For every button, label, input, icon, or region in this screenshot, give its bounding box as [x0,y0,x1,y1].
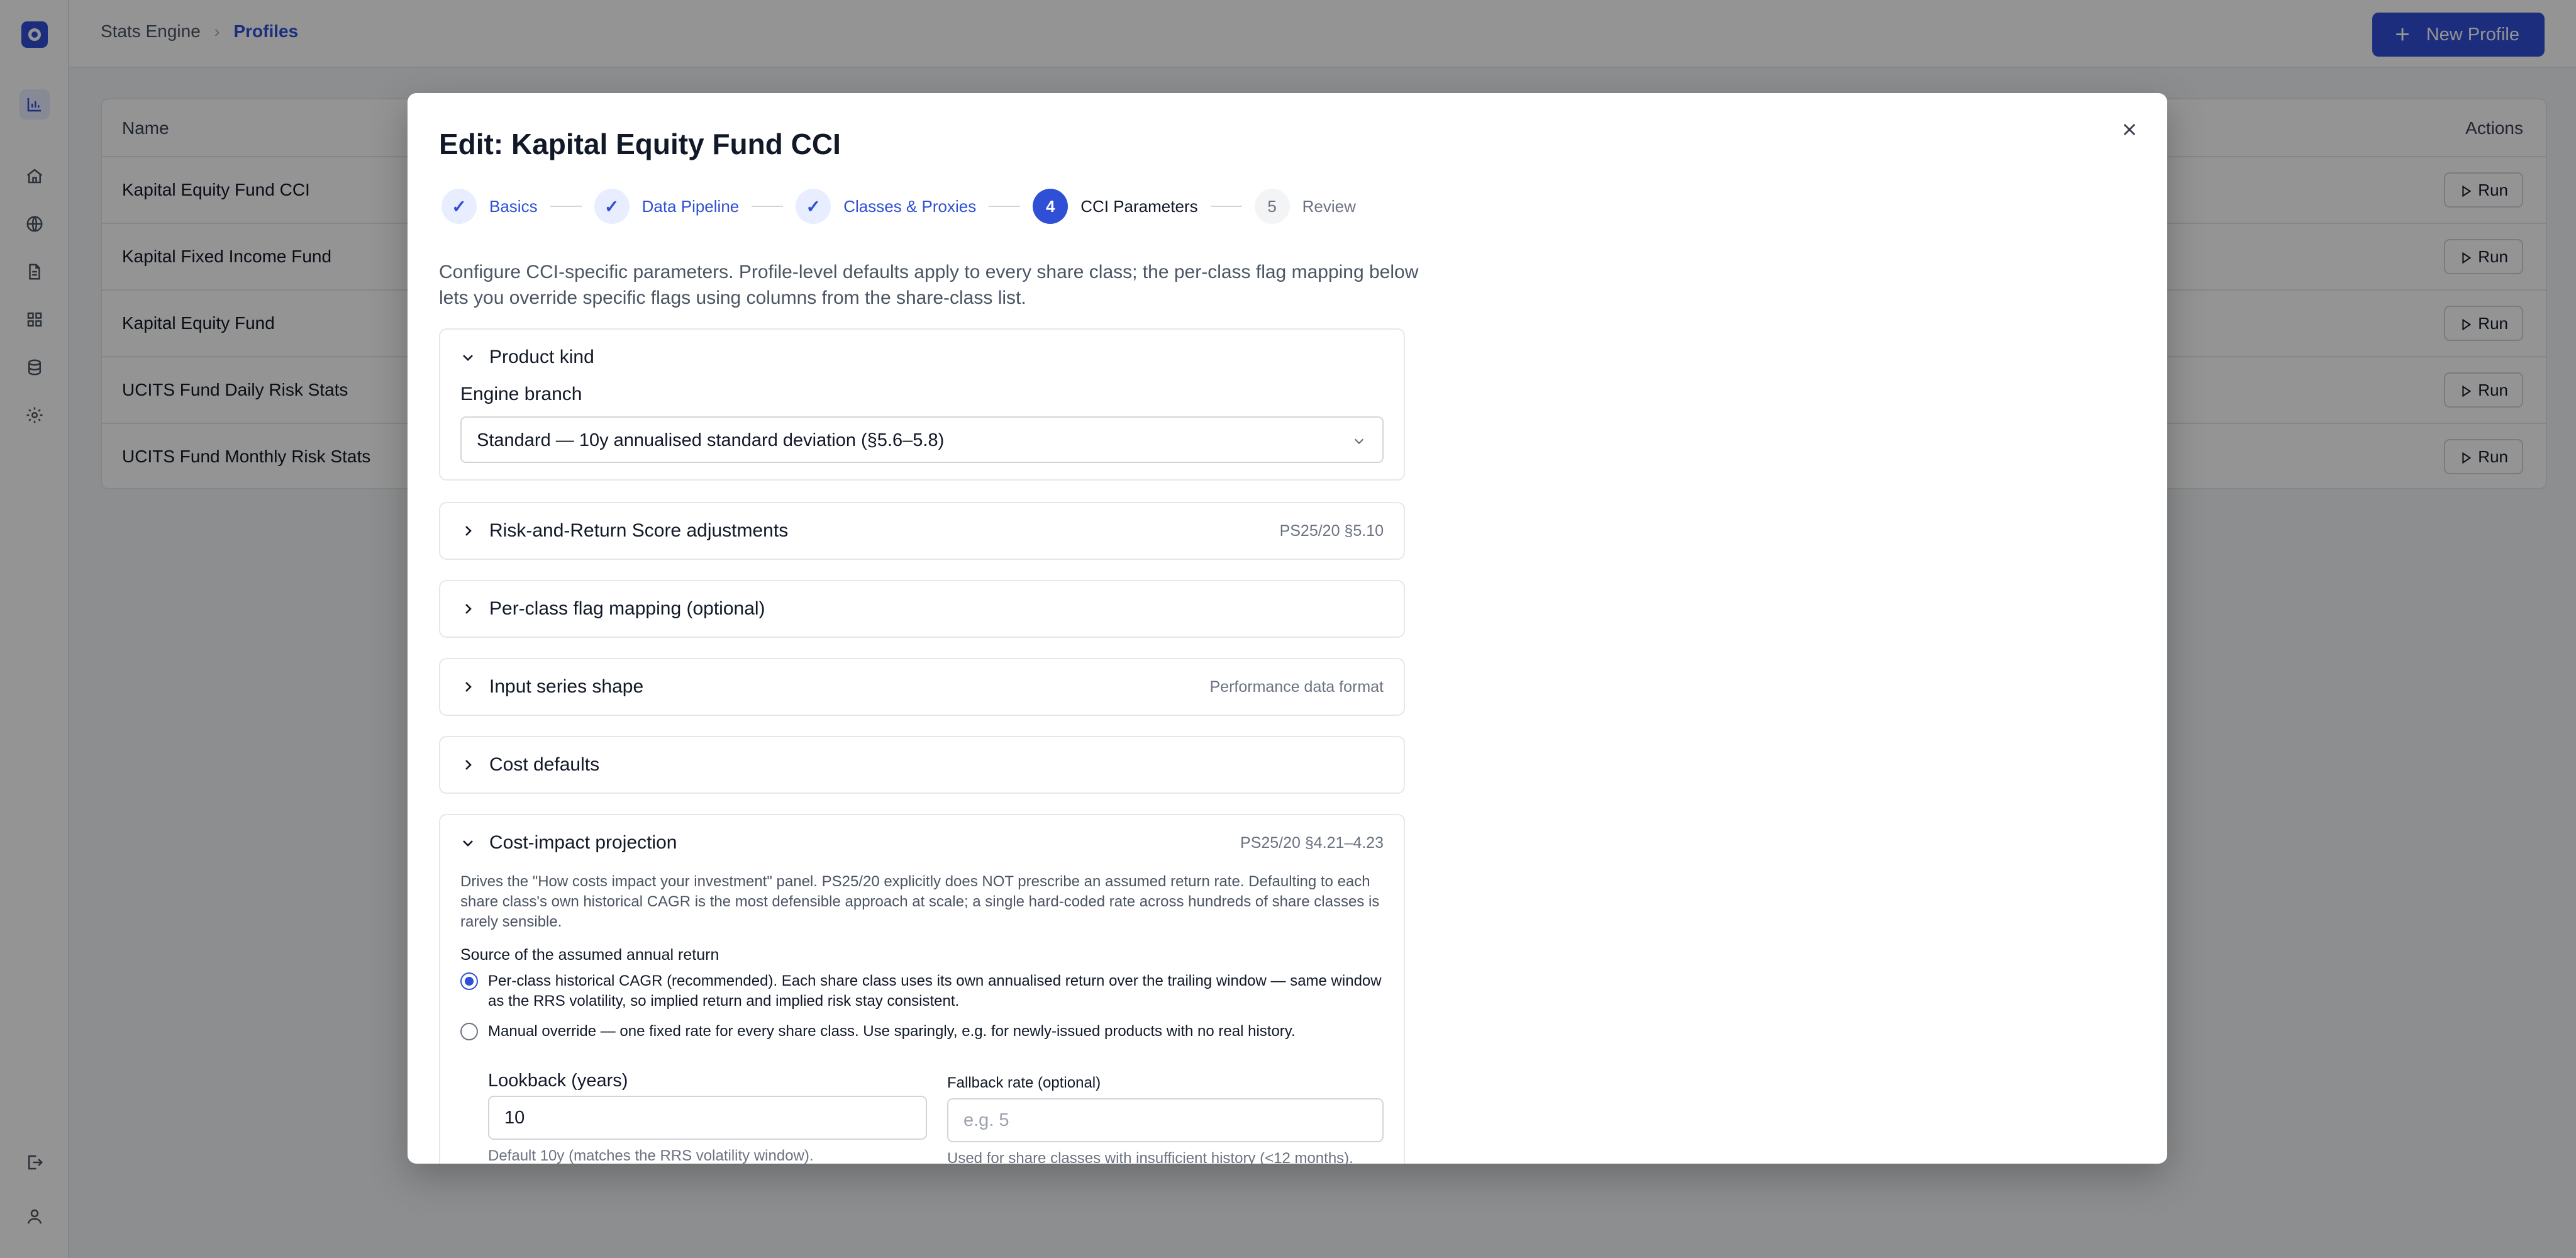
fallback-rate-label: Fallback rate (optional) [947,1074,1101,1091]
step-connector [752,206,784,207]
section-cost-defaults: Cost defaults [439,736,1405,794]
edit-profile-modal: Edit: Kapital Equity Fund CCI ✓ Basics ✓… [408,93,2167,1164]
close-modal-button[interactable] [2116,116,2143,143]
step-connector [550,206,582,207]
section-title: Per-class flag mapping (optional) [489,598,765,619]
radio-historical-cagr[interactable] [460,972,478,990]
lookback-input[interactable] [488,1096,927,1140]
section-product-kind: Product kind Engine branch Standard — 10… [439,328,1405,481]
option-manual-override-text: Manual override — one fixed rate for eve… [488,1023,1296,1040]
section-header[interactable]: Risk-and-Return Score adjustments [460,503,788,559]
step-cci-parameters[interactable]: 4 CCI Parameters [1033,189,1198,224]
cost-impact-description: Drives the "How costs impact your invest… [460,873,1380,930]
lookback-label: Lookback (years) [488,1071,628,1091]
step-label: Review [1302,196,1356,216]
check-icon: ✓ [594,189,630,224]
step-review[interactable]: 5 Review [1254,189,1356,224]
section-header[interactable]: Input series shape [460,659,643,715]
section-flag-mapping: Per-class flag mapping (optional) [439,580,1405,638]
chevron-down-icon [1354,438,1364,445]
section-title: Cost defaults [489,754,600,775]
close-icon [2123,123,2136,136]
section-header[interactable]: Per-class flag mapping (optional) [460,581,765,637]
chevron-right-icon [465,682,472,692]
fallback-rate-hint: Used for share classes with insufficient… [947,1150,1353,1164]
chevron-right-icon [465,526,472,536]
check-icon: ✓ [441,189,477,224]
chevron-right-icon [465,760,472,770]
section-title: Risk-and-Return Score adjustments [489,520,789,541]
section-meta: Performance data format [1209,678,1384,696]
option-manual-override[interactable]: Manual override — one fixed rate for eve… [460,1021,1391,1042]
section-cost-impact: Cost-impact projection PS25/20 §4.21–4.2… [439,814,1405,1164]
step-connector [989,206,1021,207]
return-source-label: Source of the assumed annual return [460,946,719,964]
section-header[interactable]: Cost defaults [460,737,599,793]
step-label: Classes & Proxies [843,196,977,216]
step-number: 5 [1254,189,1290,224]
section-header[interactable]: Cost-impact projection [460,815,677,871]
section-title: Product kind [489,347,594,367]
fallback-rate-input[interactable] [947,1098,1384,1142]
section-meta: PS25/20 §5.10 [1279,522,1384,540]
wizard-stepper: ✓ Basics ✓ Data Pipeline ✓ Classes & Pro… [441,189,1356,224]
lookback-hint: Default 10y (matches the RRS volatility … [488,1147,814,1164]
intro-text: Configure CCI-specific parameters. Profi… [439,262,1419,308]
chevron-right-icon [465,604,472,614]
section-title: Input series shape [489,676,644,697]
section-input-series: Input series shape Performance data form… [439,658,1405,716]
section-header[interactable]: Product kind [460,330,594,385]
step-number: 4 [1033,189,1069,224]
section-title: Cost-impact projection [489,832,677,853]
step-label: Basics [489,196,538,216]
radio-manual-override[interactable] [460,1023,478,1040]
step-basics[interactable]: ✓ Basics [441,189,538,224]
section-risk-return: Risk-and-Return Score adjustments PS25/2… [439,502,1405,560]
option-historical-cagr-text: Per-class historical CAGR (recommended).… [488,972,1382,1010]
chevron-down-icon [463,355,473,361]
chevron-down-icon [463,840,473,847]
engine-branch-label: Engine branch [460,384,582,404]
step-data-pipeline[interactable]: ✓ Data Pipeline [594,189,740,224]
step-label: CCI Parameters [1080,196,1198,216]
modal-title: Edit: Kapital Equity Fund CCI [439,128,841,160]
step-connector [1210,206,1242,207]
section-meta: PS25/20 §4.21–4.23 [1240,834,1384,852]
option-historical-cagr[interactable]: Per-class historical CAGR (recommended).… [460,971,1391,1011]
engine-branch-select[interactable]: Standard — 10y annualised standard devia… [460,416,1384,463]
engine-branch-value: Standard — 10y annualised standard devia… [477,430,945,450]
step-label: Data Pipeline [641,196,740,216]
step-classes-proxies[interactable]: ✓ Classes & Proxies [796,189,976,224]
check-icon: ✓ [796,189,831,224]
